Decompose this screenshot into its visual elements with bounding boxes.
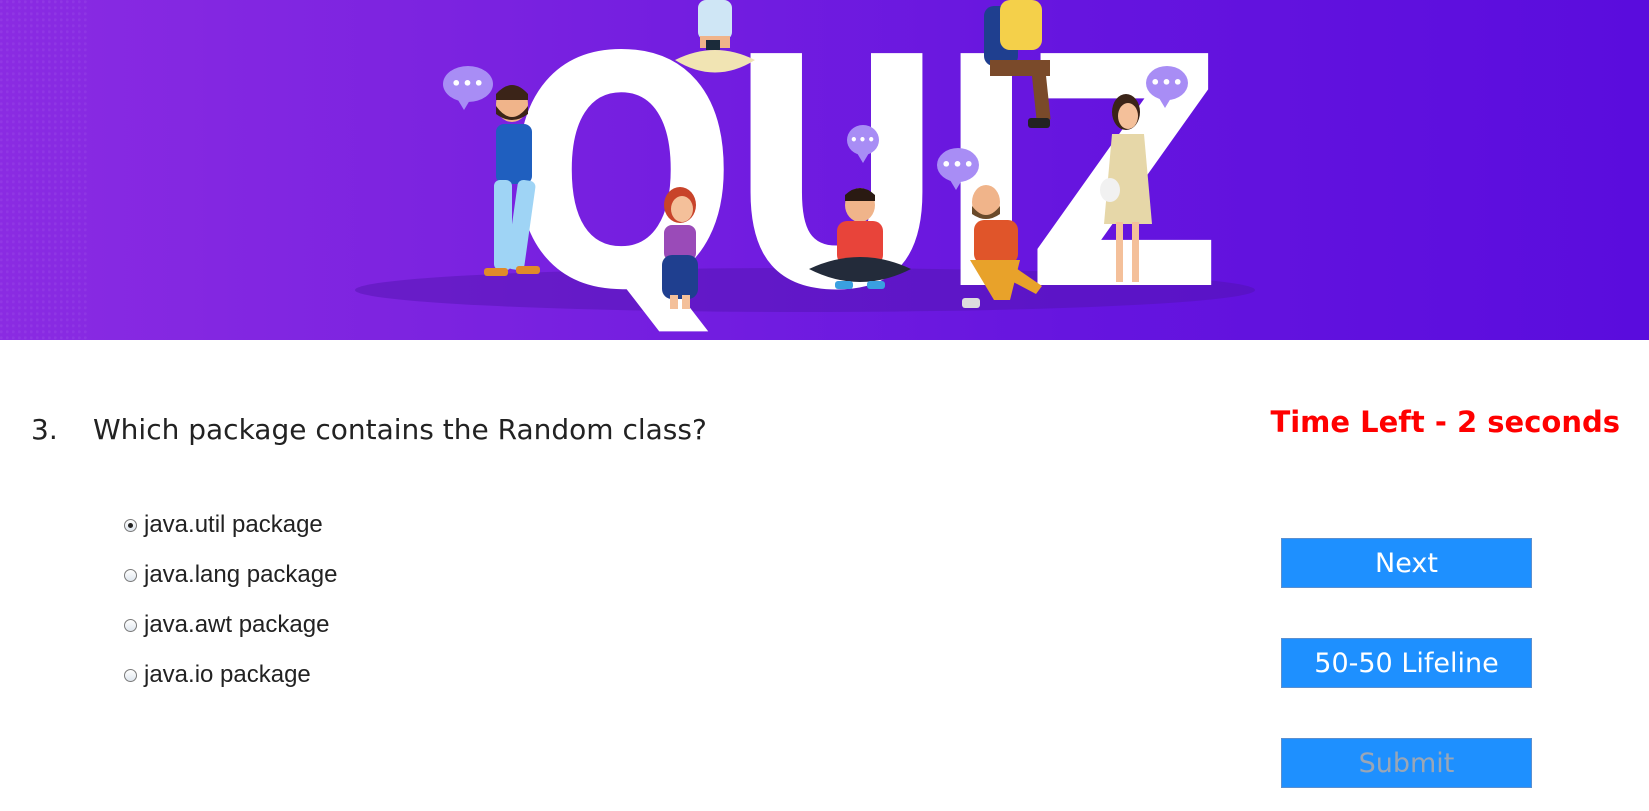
radio-button[interactable] xyxy=(124,668,137,682)
submit-button[interactable]: Submit xyxy=(1281,738,1532,788)
banner-texture xyxy=(0,0,90,340)
person-sitting-red-hair-illustration xyxy=(662,187,698,309)
person-bearded-sitting-illustration xyxy=(962,185,1042,308)
person-sitting-cross-legged-illustration xyxy=(809,188,911,289)
answer-options: java.util package java.lang package java… xyxy=(124,500,337,700)
next-button[interactable]: Next xyxy=(1281,538,1532,588)
person-leaning-illustration xyxy=(484,85,540,276)
option-label: java.io package xyxy=(144,661,311,688)
speech-bubble-icon: ••• xyxy=(937,148,979,190)
time-left-label: Time Left - 2 seconds xyxy=(1270,405,1620,439)
option-java-awt[interactable]: java.awt package xyxy=(124,600,337,650)
option-java-util[interactable]: java.util package xyxy=(124,500,337,550)
quiz-banner: QUIZ ••• ••• ••• ••• xyxy=(0,0,1649,340)
option-label: java.lang package xyxy=(144,561,338,588)
option-java-io[interactable]: java.io package xyxy=(124,650,337,700)
option-label: java.util package xyxy=(144,511,323,538)
fifty-fifty-lifeline-button[interactable]: 50-50 Lifeline xyxy=(1281,638,1532,688)
person-standing-woman-illustration xyxy=(1100,94,1152,282)
speech-bubble-icon: ••• xyxy=(847,125,879,163)
radio-button-selected[interactable] xyxy=(124,518,137,532)
person-on-letter-illustration xyxy=(984,0,1051,128)
person-top-sitting-illustration xyxy=(675,0,755,73)
option-java-lang[interactable]: java.lang package xyxy=(124,550,337,600)
question-text: Which package contains the Random class? xyxy=(93,413,707,446)
question-number: 3. xyxy=(31,413,58,446)
option-label: java.awt package xyxy=(144,611,330,638)
radio-button[interactable] xyxy=(124,618,137,632)
radio-button[interactable] xyxy=(124,568,137,582)
quiz-page: QUIZ ••• ••• ••• ••• 3. Which package co… xyxy=(0,0,1649,811)
